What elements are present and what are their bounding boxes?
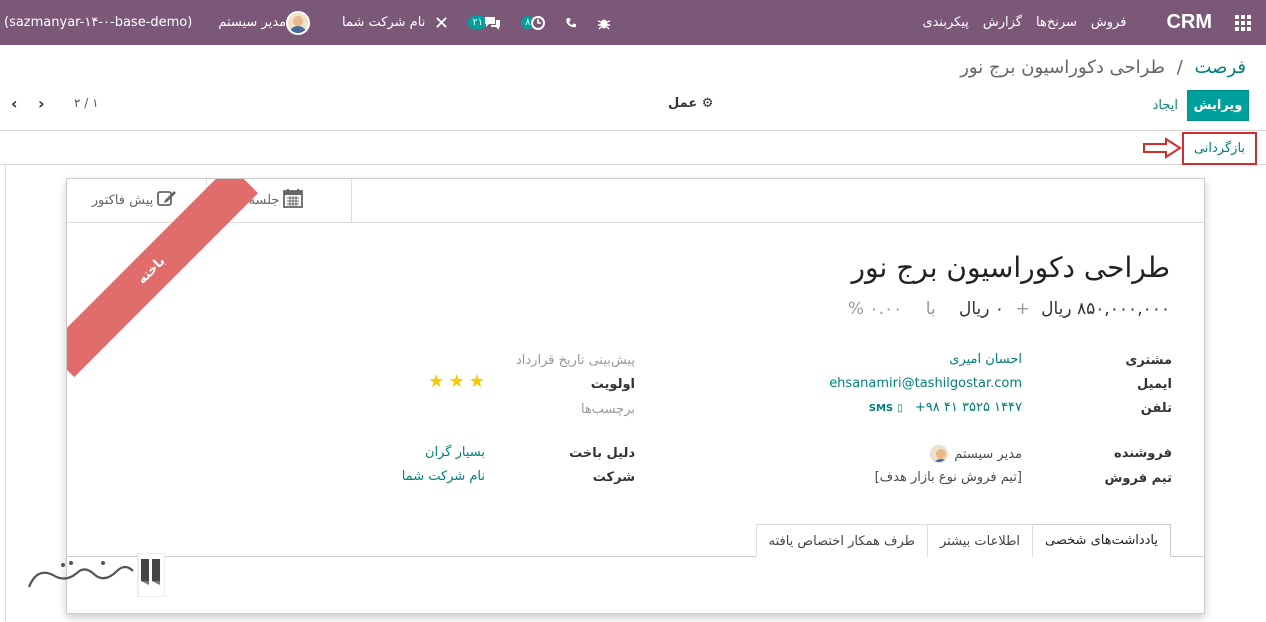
arrow-right-icon — [1143, 137, 1182, 159]
phone-number: +۹۸ ۴۱ ۳۵۲۵ ۱۴۴۷ — [914, 400, 1022, 415]
user-menu[interactable]: مدیر سیستم — [218, 10, 316, 35]
sales-team-label: تیم فروش — [1104, 471, 1172, 486]
pager-previous-icon[interactable]: ‹ — [11, 94, 18, 113]
tools-icon[interactable] — [435, 16, 448, 29]
edit-pencil-icon — [157, 189, 177, 212]
company-value[interactable]: نام شرکت شما — [402, 469, 485, 484]
tashilgostar-logo — [25, 552, 166, 598]
lost-reason-value[interactable]: بسیار گران — [425, 445, 485, 460]
activity-icon[interactable]: ۸ — [521, 15, 546, 30]
form-statusbar: بازگردانی — [0, 131, 1266, 165]
revenue-line: ۸۵۰,۰۰۰,۰۰۰ ریال + ۰ ریال با ۰.۰۰ % — [848, 299, 1170, 319]
lost-reason-label: دلیل باخت — [569, 446, 635, 461]
priority-star-icon[interactable]: ★ — [449, 371, 465, 392]
email-label: ایمیل — [1137, 377, 1172, 392]
top-navbar: CRM فروش سرنخ‌ها گزارش پیکربندی (sazmany… — [0, 0, 1266, 45]
customer-label: مشتری — [1125, 353, 1172, 368]
debug-bug-icon[interactable] — [597, 16, 611, 30]
form-sheet: پیش فاکتور جلسه باخته طراحی دکوراسیون بر… — [66, 178, 1205, 614]
phone-icon[interactable] — [565, 17, 577, 29]
probability: ۰.۰۰ % — [847, 299, 903, 319]
database-name: (sazmanyar-۱۴-۰-base-demo) — [4, 15, 193, 30]
navbar-main-menu: CRM فروش سرنخ‌ها گزارش پیکربندی — [908, 0, 1266, 45]
recurring-revenue: ۰ ریال — [959, 299, 1005, 319]
tab-internal-notes[interactable]: یادداشت‌های شخصی — [1032, 524, 1171, 557]
opportunity-title: طراحی دکوراسیون برج نور — [851, 251, 1170, 284]
customer-value[interactable]: احسان امیری — [949, 352, 1022, 367]
edit-button[interactable]: ویرایش — [1187, 90, 1249, 121]
restore-button[interactable]: بازگردانی — [1182, 132, 1257, 165]
salesperson-value[interactable]: مدیر سیستم — [930, 445, 1022, 463]
sms-button[interactable]: SMS — [869, 403, 893, 414]
company-name: نام شرکت شما — [342, 15, 426, 30]
priority-label: اولویت — [590, 377, 635, 392]
gear-icon: ⚙ — [701, 96, 714, 111]
priority-stars[interactable]: ★ ★ ★ — [428, 371, 485, 392]
user-avatar — [286, 10, 311, 35]
breadcrumb-separator: / — [1176, 57, 1183, 78]
create-button[interactable]: ایجاد — [1153, 90, 1178, 121]
email-value[interactable]: ehsanamiri@tashilgostar.com — [829, 376, 1022, 391]
breadcrumb: فرصت / طراحی دکوراسیون برج نور — [960, 57, 1246, 78]
expected-revenue: ۸۵۰,۰۰۰,۰۰۰ ریال — [1041, 299, 1170, 319]
menu-sales[interactable]: فروش — [1091, 15, 1127, 30]
apps-menu-icon[interactable] — [1220, 0, 1266, 45]
breadcrumb-current: طراحی دکوراسیون برج نور — [960, 57, 1165, 78]
app-brand[interactable]: CRM — [1166, 11, 1212, 34]
salesperson-name: مدیر سیستم — [954, 446, 1022, 462]
plus-sign: + — [1015, 299, 1030, 319]
phone-label: تلفن — [1140, 401, 1172, 416]
action-menu[interactable]: عمل ⚙ — [668, 96, 713, 111]
calendar-icon — [283, 188, 304, 213]
tab-extra-info[interactable]: اطلاعات بیشتر — [927, 524, 1034, 557]
menu-configuration[interactable]: پیکربندی — [922, 15, 968, 30]
salesperson-avatar — [930, 445, 949, 463]
tab-assigned-partner[interactable]: طرف همکار اختصاص یافته — [755, 524, 928, 557]
priority-star-icon[interactable]: ★ — [428, 371, 444, 392]
menu-leads[interactable]: سرنخ‌ها — [1036, 15, 1077, 30]
menu-reporting[interactable]: گزارش — [983, 15, 1022, 30]
mobile-icon: ▯ — [897, 403, 903, 414]
sales-team-value[interactable]: [تیم فروش نوع بازار هدف] — [875, 470, 1022, 485]
breadcrumb-parent[interactable]: فرصت — [1195, 57, 1247, 78]
user-name: مدیر سیستم — [218, 15, 287, 30]
company-switcher[interactable]: نام شرکت شما — [338, 15, 425, 30]
company-label: شرکت — [592, 470, 635, 485]
priority-star-icon[interactable]: ★ — [469, 371, 485, 392]
notebook-tabs: یادداشت‌های شخصی اطلاعات بیشتر طرف همکار… — [755, 524, 1171, 557]
at-label: با — [925, 299, 936, 319]
action-label: عمل — [668, 96, 698, 111]
tags-label: برچسب‌ها — [580, 402, 635, 417]
phone-value[interactable]: SMS ▯ +۹۸ ۴۱ ۳۵۲۵ ۱۴۴۷ — [869, 400, 1022, 415]
pager-value[interactable]: ۲ / ۱ — [74, 96, 99, 110]
expected-closing-label: پیش‌بینی تاریخ قرارداد — [515, 353, 635, 368]
quotation-label: پیش فاکتور — [91, 193, 154, 208]
messages-icon[interactable]: ۲۱ — [468, 16, 501, 30]
pager-next-icon[interactable]: › — [38, 94, 45, 113]
salesperson-label: فروشنده — [1114, 446, 1172, 461]
navbar-systray: (sazmanyar-۱۴-۰-base-demo) مدیر سیستم نا… — [0, 0, 621, 45]
